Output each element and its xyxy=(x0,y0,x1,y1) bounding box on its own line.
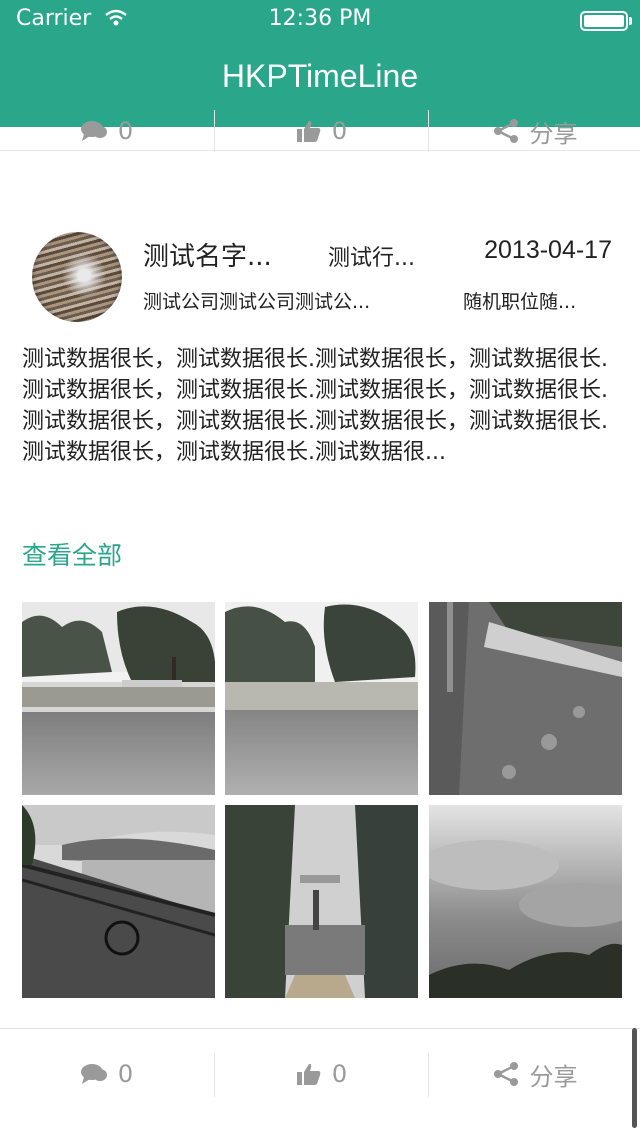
avatar[interactable] xyxy=(32,232,122,322)
cell-divider xyxy=(0,150,640,151)
page-title: HKPTimeLine xyxy=(221,58,419,94)
share-label: 分享 xyxy=(529,119,578,148)
cell-divider xyxy=(0,1028,640,1029)
user-industry: 测试行... xyxy=(328,246,415,271)
share-button[interactable]: 分享 xyxy=(429,1045,640,1103)
user-company: 测试公司测试公司测试公... xyxy=(143,291,371,313)
post-date: 2013-04-17 xyxy=(484,236,612,264)
comment-count: 0 xyxy=(117,117,134,145)
like-button[interactable]: 0 xyxy=(215,1045,428,1103)
like-count: 0 xyxy=(331,117,348,145)
battery-icon xyxy=(580,11,632,31)
scrollbar[interactable] xyxy=(632,1028,637,1128)
post-photo[interactable] xyxy=(429,602,622,795)
comment-icon xyxy=(80,1062,108,1086)
comment-button[interactable]: 0 xyxy=(0,1045,213,1103)
like-count: 0 xyxy=(331,1060,348,1088)
share-icon xyxy=(492,118,520,144)
post-photo[interactable] xyxy=(22,602,215,795)
previous-post-action-bar: 0 0 分享 xyxy=(0,104,640,152)
comment-button[interactable]: 0 xyxy=(0,104,213,152)
post-photo[interactable] xyxy=(225,805,418,998)
post-photo[interactable] xyxy=(22,805,215,998)
like-button[interactable]: 0 xyxy=(215,104,428,152)
view-all-link[interactable]: 查看全部 xyxy=(22,536,122,572)
post-content: 测试数据很长，测试数据很长.测试数据很长，测试数据很长.测试数据很长，测试数据很… xyxy=(22,347,608,465)
status-bar: Carrier 12:36 PM xyxy=(0,0,640,40)
share-icon xyxy=(492,1061,520,1087)
share-button[interactable]: 分享 xyxy=(429,104,640,152)
user-name: 测试名字... xyxy=(143,242,272,272)
post-photo[interactable] xyxy=(225,602,418,795)
user-position: 随机职位随... xyxy=(463,291,577,313)
post-action-bar: 0 0 分享 xyxy=(0,1045,640,1103)
thumbs-up-icon xyxy=(296,1062,322,1086)
comment-icon xyxy=(80,119,108,143)
thumbs-up-icon xyxy=(296,119,322,143)
clock: 12:36 PM xyxy=(268,6,372,31)
timeline-screen: Carrier 12:36 PM HKPTimeLine 0 0 分享 测试名字… xyxy=(0,0,640,1130)
comment-count: 0 xyxy=(117,1060,134,1088)
share-label: 分享 xyxy=(529,1062,578,1091)
post-photo[interactable] xyxy=(429,805,622,998)
